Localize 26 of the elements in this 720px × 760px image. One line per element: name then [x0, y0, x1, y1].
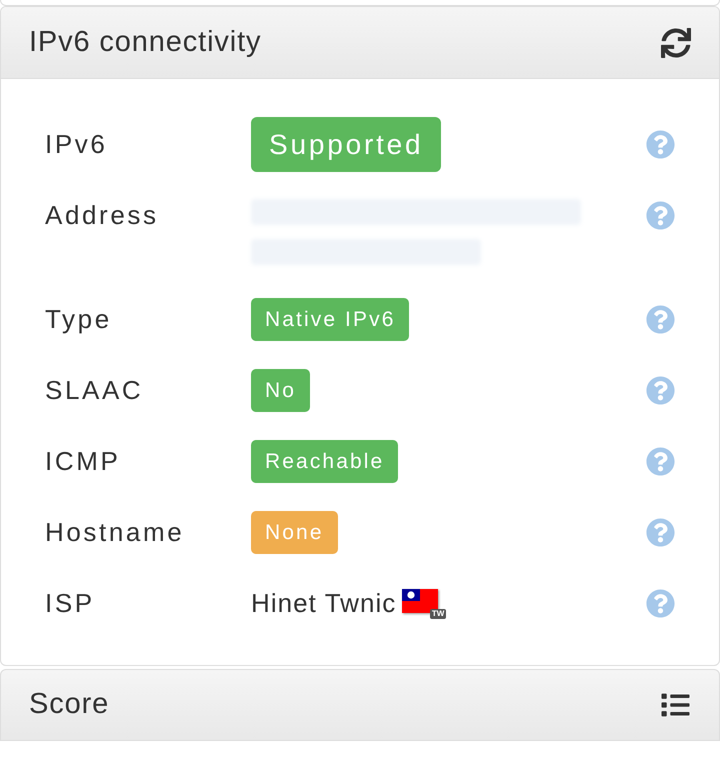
- help-icon[interactable]: [646, 305, 675, 334]
- isp-name: Hinet Twnic: [251, 587, 396, 620]
- help-icon[interactable]: [646, 201, 675, 230]
- status-badge: None: [251, 511, 338, 554]
- field-label: IPv6: [45, 128, 108, 161]
- field-label: Type: [45, 303, 112, 336]
- help-icon[interactable]: [646, 518, 675, 547]
- taiwan-flag-icon: [402, 588, 438, 612]
- status-badge: Native IPv6: [251, 298, 410, 341]
- panel-title: Score: [29, 687, 110, 722]
- field-label: Hostname: [45, 516, 184, 549]
- help-icon[interactable]: [646, 447, 675, 476]
- help-icon[interactable]: [646, 376, 675, 405]
- field-label: ICMP: [45, 445, 120, 478]
- status-badge: No: [251, 369, 310, 412]
- status-badge: Reachable: [251, 440, 398, 483]
- panel-title: IPv6 connectivity: [29, 24, 262, 60]
- status-badge: Supported: [251, 117, 442, 172]
- field-label: ISP: [45, 587, 95, 620]
- list-icon[interactable]: [660, 691, 691, 719]
- field-label: Address: [45, 199, 159, 232]
- help-icon[interactable]: [646, 589, 675, 618]
- country-code-label: TW: [430, 608, 446, 618]
- refresh-icon[interactable]: [661, 28, 691, 58]
- help-icon[interactable]: [646, 130, 675, 159]
- field-label: SLAAC: [45, 374, 144, 407]
